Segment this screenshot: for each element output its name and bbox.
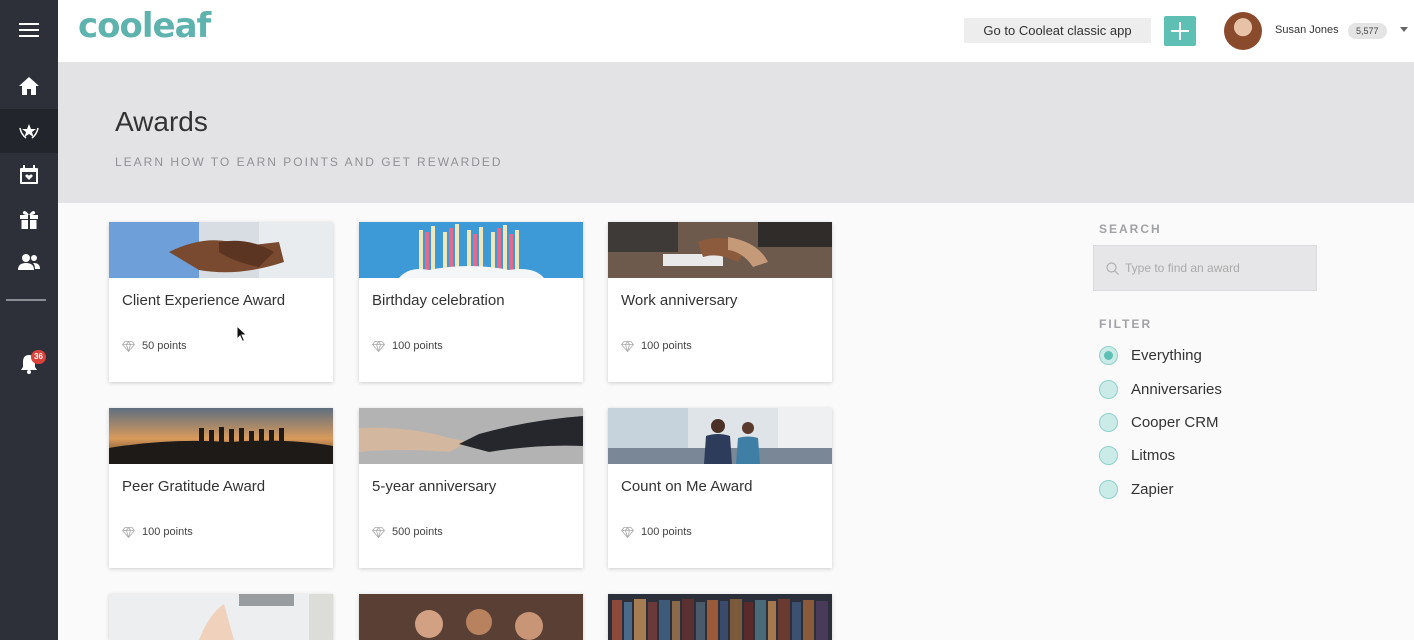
- card-image-meeting-table: [608, 222, 832, 278]
- card-image-business-handshake: [359, 408, 583, 464]
- search-input[interactable]: [1125, 261, 1305, 275]
- diamond-icon: [372, 526, 385, 538]
- people-icon[interactable]: [0, 240, 58, 284]
- menu-icon[interactable]: [0, 8, 58, 52]
- card-title: Work anniversary: [621, 292, 738, 309]
- mouse-cursor-icon: [236, 325, 248, 343]
- awards-icon[interactable]: [0, 109, 58, 153]
- card-image-laptop-desk: [109, 594, 333, 640]
- diamond-icon: [621, 526, 634, 538]
- diamond-icon: [372, 340, 385, 352]
- user-points-badge: 5,577: [1348, 23, 1387, 39]
- filter-option-cooper-crm[interactable]: Cooper CRM: [1099, 411, 1219, 433]
- filter-option-litmos[interactable]: Litmos: [1099, 444, 1175, 466]
- notification-badge: 36: [31, 350, 46, 364]
- calendar-icon[interactable]: [0, 153, 58, 197]
- user-name[interactable]: Susan Jones: [1275, 24, 1339, 36]
- card-points: 100 points: [122, 526, 193, 538]
- topbar: cooleaf Go to Cooleat classic app Susan …: [58, 0, 1414, 63]
- card-points-label: 500 points: [392, 526, 443, 538]
- card-points: 100 points: [372, 340, 443, 352]
- sidebar-divider: [6, 299, 46, 301]
- filter-option-zapier[interactable]: Zapier: [1099, 478, 1174, 500]
- diamond-icon: [122, 526, 135, 538]
- sidebar: 36: [0, 0, 58, 640]
- filter-option-label: Zapier: [1131, 480, 1174, 498]
- award-card[interactable]: Work anniversary 100 points: [608, 222, 832, 382]
- radio[interactable]: [1099, 412, 1118, 432]
- card-points: 50 points: [122, 340, 187, 352]
- plus-icon: [1171, 22, 1189, 40]
- award-card[interactable]: [608, 594, 832, 640]
- card-points: 500 points: [372, 526, 443, 538]
- card-title: Client Experience Award: [122, 292, 286, 309]
- search-label: SEARCH: [1099, 222, 1162, 236]
- page-header: Awards LEARN HOW TO EARN POINTS AND GET …: [58, 63, 1414, 203]
- filter-option-label: Cooper CRM: [1131, 413, 1219, 431]
- card-points-label: 100 points: [641, 526, 692, 538]
- card-image-office-colleagues: [608, 408, 832, 464]
- card-image-birthday-candles: [359, 222, 583, 278]
- card-image-handshake: [109, 222, 333, 278]
- chevron-down-icon[interactable]: [1400, 27, 1408, 32]
- card-points: 100 points: [621, 526, 692, 538]
- add-button[interactable]: [1164, 16, 1196, 46]
- page-subtitle: LEARN HOW TO EARN POINTS AND GET REWARDE…: [115, 155, 503, 169]
- award-card[interactable]: Birthday celebration 100 points: [359, 222, 583, 382]
- search-box[interactable]: [1093, 245, 1317, 291]
- bell-icon[interactable]: [0, 342, 58, 386]
- card-image-smiling-friends: [359, 594, 583, 640]
- card-title: Peer Gratitude Award: [122, 478, 266, 495]
- diamond-icon: [122, 340, 135, 352]
- radio-selected[interactable]: [1099, 345, 1118, 365]
- award-card[interactable]: Client Experience Award 50 points: [109, 222, 333, 382]
- avatar[interactable]: [1224, 12, 1262, 50]
- home-icon[interactable]: [0, 64, 58, 108]
- filter-option-everything[interactable]: Everything: [1099, 344, 1202, 366]
- card-points-label: 100 points: [142, 526, 193, 538]
- page-title: Awards: [115, 106, 208, 137]
- filter-option-label: Anniversaries: [1131, 380, 1222, 398]
- card-points: 100 points: [621, 340, 692, 352]
- award-card[interactable]: 5-year anniversary 500 points: [359, 408, 583, 568]
- card-title: Count on Me Award: [621, 478, 753, 495]
- award-card[interactable]: Peer Gratitude Award 100 points: [109, 408, 333, 568]
- card-points-label: 100 points: [392, 340, 443, 352]
- card-points-label: 50 points: [142, 340, 187, 352]
- card-image-sunset-group: [109, 408, 333, 464]
- cooleaf-logo[interactable]: cooleaf: [78, 6, 211, 46]
- card-image-bookshelf: [608, 594, 832, 640]
- gift-icon[interactable]: [0, 197, 58, 241]
- search-icon: [1106, 261, 1119, 275]
- radio[interactable]: [1099, 445, 1118, 465]
- filter-option-label: Litmos: [1131, 446, 1176, 464]
- radio[interactable]: [1099, 379, 1118, 399]
- card-title: Birthday celebration: [372, 292, 505, 309]
- card-points-label: 100 points: [641, 340, 692, 352]
- filter-option-label: Everything: [1131, 346, 1202, 364]
- award-card[interactable]: [359, 594, 583, 640]
- award-card[interactable]: Count on Me Award 100 points: [608, 408, 832, 568]
- classic-app-button[interactable]: Go to Cooleat classic app: [964, 18, 1151, 43]
- filter-option-anniversaries[interactable]: Anniversaries: [1099, 378, 1222, 400]
- diamond-icon: [621, 340, 634, 352]
- radio[interactable]: [1099, 479, 1118, 499]
- award-card[interactable]: [109, 594, 333, 640]
- card-title: 5-year anniversary: [372, 478, 497, 495]
- filter-label: FILTER: [1099, 317, 1153, 331]
